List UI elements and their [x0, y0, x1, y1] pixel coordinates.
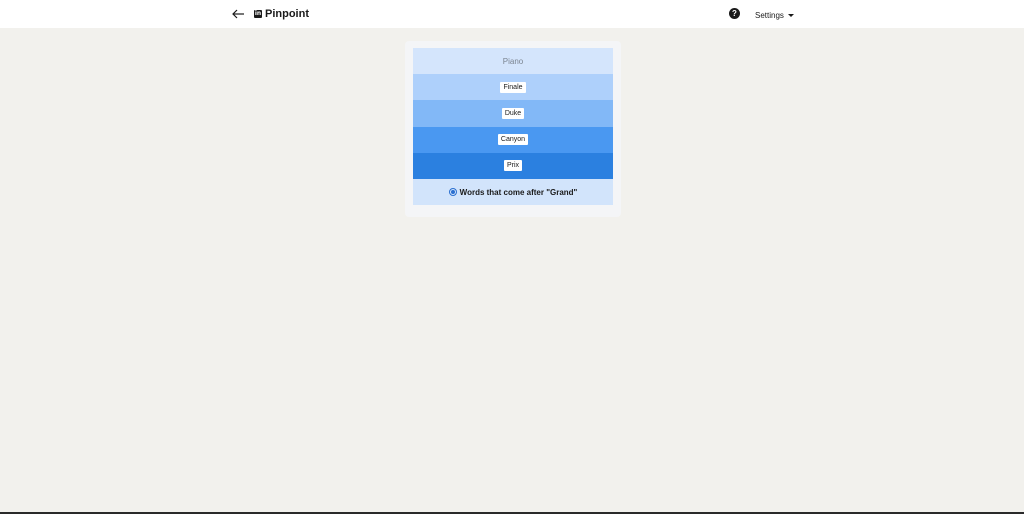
linkedin-logo-icon: in	[254, 10, 262, 18]
help-button[interactable]: ?	[729, 8, 740, 19]
clue-row-5: Prix	[413, 152, 613, 179]
clue-row-4: Canyon	[413, 126, 613, 153]
clue-board: Piano Finale Duke Canyon Prix Words that…	[413, 48, 613, 206]
settings-dropdown[interactable]: Settings	[755, 9, 794, 21]
clue-word-5: Prix	[503, 160, 523, 172]
answer-row: Words that come after "Grand"	[413, 178, 613, 206]
brand: in Pinpoint	[254, 7, 309, 21]
back-button[interactable]	[228, 5, 248, 23]
clue-word-3: Duke	[501, 107, 525, 119]
clue-word-4: Canyon	[497, 134, 529, 146]
clue-word-1: Piano	[502, 56, 524, 66]
top-bar: in Pinpoint ? Settings	[0, 0, 1024, 28]
clue-row-1: Piano	[413, 48, 613, 75]
question-circle-icon: ?	[732, 9, 737, 18]
arrow-left-icon	[232, 9, 244, 19]
check-circle-icon	[448, 188, 457, 197]
clue-row-3: Duke	[413, 100, 613, 127]
clue-row-2: Finale	[413, 74, 613, 101]
answer-text: Words that come after "Grand"	[459, 187, 578, 197]
caret-down-icon	[787, 13, 794, 17]
brand-name: Pinpoint	[265, 8, 309, 20]
game-card: Piano Finale Duke Canyon Prix Words that…	[405, 41, 621, 217]
clue-word-2: Finale	[500, 81, 526, 93]
settings-label: Settings	[755, 10, 784, 20]
